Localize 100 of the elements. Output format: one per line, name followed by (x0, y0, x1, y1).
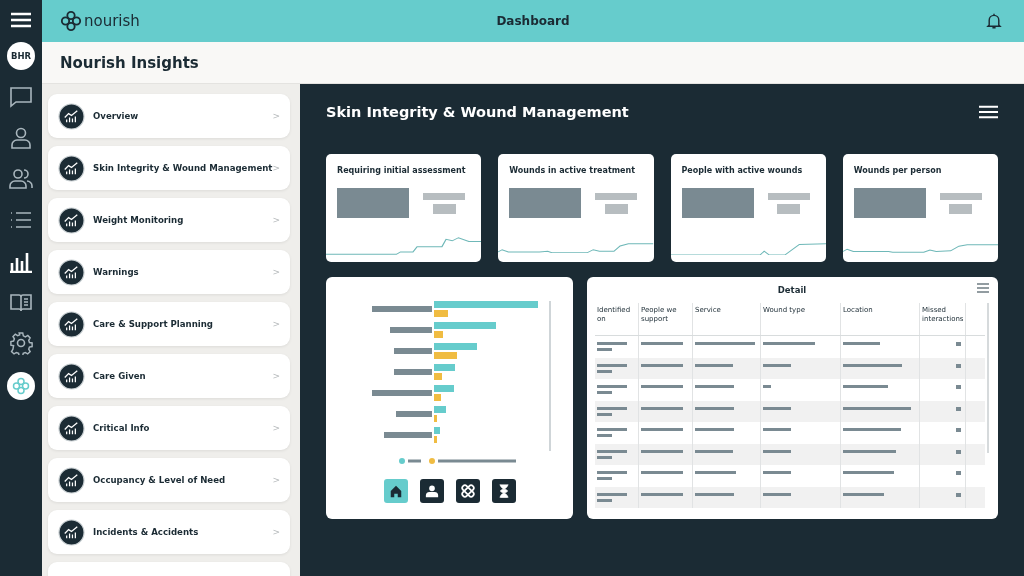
hourglass-tab[interactable] (491, 479, 516, 503)
placeholder-bar (956, 385, 961, 389)
insight-item[interactable]: Care Given > (48, 354, 290, 398)
placeholder-bar (843, 428, 901, 431)
placeholder-bar (956, 471, 961, 475)
placeholder-bar (843, 385, 888, 388)
placeholder-bar (956, 342, 961, 346)
placeholder-bar (843, 406, 911, 410)
placeholder-bar (956, 492, 961, 497)
flower-logo-icon (60, 10, 82, 32)
kpi-title: Wounds per person (852, 166, 943, 175)
bar (433, 415, 437, 422)
settings-icon[interactable] (9, 331, 33, 355)
insight-item[interactable]: Warnings > (48, 250, 290, 294)
placeholder-bar (641, 428, 683, 431)
placeholder-bar (597, 391, 612, 394)
bar (433, 322, 496, 329)
placeholder-bar (763, 449, 791, 453)
placeholder-bar (595, 193, 638, 200)
placeholder-bar (763, 363, 791, 367)
bandage-icon (460, 484, 475, 498)
placeholder-bar (767, 193, 810, 200)
placeholder-bar (956, 428, 961, 432)
placeholder-bar (597, 342, 627, 345)
chevron: > (272, 215, 280, 225)
kpi-title: Requiring initial assessment (336, 166, 467, 175)
person-icon (424, 484, 439, 498)
bar (433, 406, 446, 413)
bar (433, 310, 448, 317)
label-placeholder (371, 390, 432, 396)
placeholder-bar (763, 342, 815, 345)
placeholder-bar (641, 363, 683, 367)
placeholder-bar (597, 449, 627, 453)
placeholder-bar (597, 492, 627, 496)
bar (433, 373, 442, 380)
label-placeholder (371, 306, 432, 312)
chart-circle-icon (58, 258, 85, 286)
insight-label: Skin Integrity & Wound Management (93, 163, 273, 173)
insight-item[interactable]: Weight Monitoring > (48, 198, 290, 242)
placeholder-bar (763, 406, 791, 410)
label-placeholder (395, 411, 432, 417)
insight-label: Weight Monitoring (93, 215, 185, 225)
home-icon (388, 484, 403, 498)
placeholder-bar (641, 385, 683, 388)
insight-item[interactable]: Incidents & Accidents > (48, 510, 290, 554)
label-placeholder (393, 348, 432, 354)
flower-logo-button[interactable] (7, 372, 35, 400)
placeholder-bar (597, 406, 627, 410)
bar (433, 436, 437, 443)
brand-name: nourish (84, 12, 140, 30)
chat-icon[interactable] (9, 85, 33, 109)
insight-label: Care Given (93, 371, 147, 381)
placeholder-bar (777, 204, 800, 214)
placeholder-bar (432, 204, 456, 214)
placeholder-bar (843, 449, 896, 453)
insight-item[interactable]: Care & Support Planning > (48, 302, 290, 346)
home-tab[interactable] (383, 479, 408, 503)
chevron: > (272, 527, 280, 537)
placeholder-bar (843, 492, 884, 496)
insight-item[interactable]: Overview > (48, 94, 290, 138)
insight-item[interactable]: Skin Integrity & Wound Management> (48, 146, 290, 190)
placeholder-bar (949, 204, 973, 214)
placeholder-bar (597, 385, 627, 388)
placeholder-bar (763, 492, 791, 496)
chart-circle-icon (58, 414, 85, 442)
placeholder-bar (695, 492, 734, 496)
chevron: > (272, 111, 280, 121)
scrollbar[interactable] (987, 303, 989, 453)
placeholder-bar (956, 406, 961, 411)
value-placeholder (337, 188, 409, 218)
placeholder-bar (695, 342, 755, 345)
insight-label: Occupancy & Level of Need (93, 475, 227, 485)
insight-label: Warnings (93, 267, 140, 277)
bar (433, 427, 440, 434)
people-icon[interactable] (9, 167, 33, 191)
dashboard-title: Skin Integrity & Wound Management (326, 104, 629, 120)
person-tab[interactable] (419, 479, 444, 503)
bar (433, 343, 477, 350)
placeholder-bar (843, 363, 902, 367)
chevron: > (272, 423, 280, 433)
placeholder-bar (597, 477, 612, 480)
placeholder-bar (597, 498, 612, 502)
chart-circle-icon (58, 310, 85, 338)
user-avatar[interactable]: BHR (7, 42, 35, 70)
section-title: Nourish Insights (60, 53, 199, 72)
placeholder-bar (939, 193, 982, 200)
insight-item[interactable]: Critical Info > (48, 406, 290, 450)
insight-label: Overview (93, 111, 140, 121)
bell-icon[interactable] (986, 13, 1002, 29)
placeholder-bar (843, 342, 880, 345)
bandage-tab[interactable] (455, 479, 480, 503)
placeholder-bar (597, 434, 612, 437)
kpi-title: People with active wounds (680, 166, 804, 175)
person-icon[interactable] (9, 126, 33, 150)
placeholder-bar (956, 363, 961, 368)
insight-item[interactable]: Occupancy & Level of Need > (48, 458, 290, 502)
insight-label: Care & Support Planning (93, 319, 214, 329)
bar (433, 385, 454, 392)
placeholder-bar (597, 363, 627, 367)
bar (433, 364, 455, 371)
